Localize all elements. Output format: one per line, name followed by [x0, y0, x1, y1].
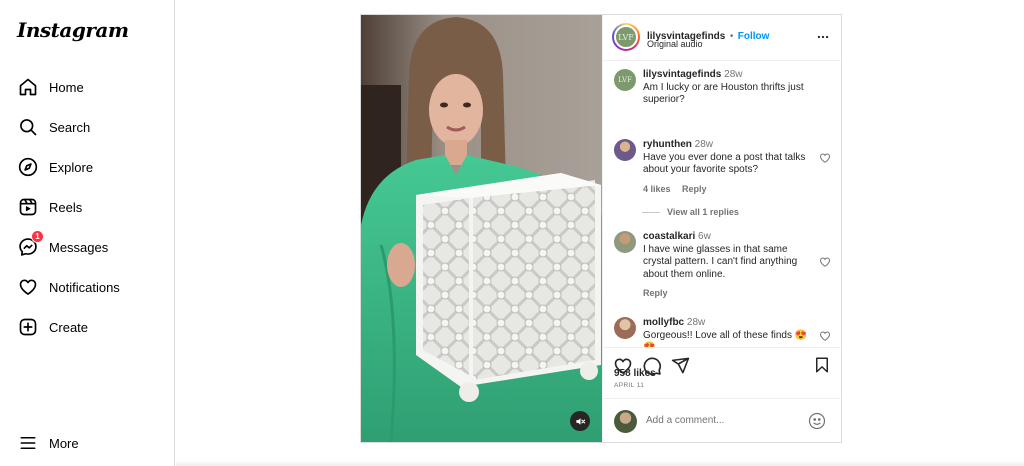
like-comment-heart-icon[interactable]: [819, 256, 831, 268]
nav-item-home[interactable]: Home: [12, 70, 162, 104]
comment-time: 28w: [686, 317, 706, 328]
nav-item-reels[interactable]: Reels: [12, 190, 162, 224]
comment-body: mollyfbc 28w Gorgeous!! Love all of thes…: [643, 317, 813, 347]
add-comment-section: [603, 398, 842, 442]
reels-icon: [15, 194, 41, 220]
post-header: LVF lilysvintagefinds • Follow Original …: [603, 15, 842, 61]
comments-list[interactable]: LVF lilysvintagefinds 28w Am I lucky or …: [603, 61, 842, 347]
comment-body: ryhunthen 28w Have you ever done a post …: [643, 139, 813, 195]
caption-body: lilysvintagefinds 28w Am I lucky or are …: [643, 69, 813, 107]
heart-icon: [15, 274, 41, 300]
nav-item-explore[interactable]: Explore: [12, 150, 162, 184]
plus-square-icon: [15, 314, 41, 340]
nav-label-reels: Reels: [49, 199, 83, 215]
save-bookmark-icon[interactable]: [813, 356, 831, 374]
comment-username[interactable]: mollyfbc: [643, 317, 684, 328]
follow-button[interactable]: Follow: [738, 31, 770, 42]
reply-button[interactable]: Reply: [682, 184, 707, 194]
comment-avatar[interactable]: [614, 139, 636, 161]
comment-text: Have you ever done a post that talks abo…: [643, 151, 806, 176]
speaker-muted-icon: [575, 417, 585, 425]
menu-icon: [15, 430, 41, 456]
like-comment-heart-icon[interactable]: [819, 152, 831, 164]
view-replies-label: View all 1 replies: [667, 207, 739, 217]
reply-button[interactable]: Reply: [643, 288, 668, 298]
post-details-panel: LVF lilysvintagefinds • Follow Original …: [602, 15, 842, 442]
nav-label-more: More: [49, 435, 79, 451]
nav-item-more[interactable]: More: [12, 426, 162, 460]
home-icon: [15, 74, 41, 100]
nav-item-create[interactable]: Create: [12, 310, 162, 344]
video-frame-image: [361, 15, 602, 442]
caption-time: 28w: [724, 69, 743, 80]
author-avatar-logo: LVF: [614, 25, 638, 49]
nav-label-messages: Messages: [49, 239, 109, 255]
comment-text: I have wine glasses in that same crystal…: [643, 243, 798, 280]
messenger-icon: 1: [15, 230, 44, 260]
comment-time: 6w: [698, 231, 711, 242]
current-user-avatar: [614, 410, 637, 433]
separator-dot: •: [729, 31, 734, 42]
comment-time: 28w: [694, 139, 714, 150]
like-comment-heart-icon[interactable]: [819, 330, 831, 342]
nav-label-search: Search: [49, 119, 91, 135]
compass-icon: [15, 154, 41, 180]
likes-count[interactable]: 958 likes: [614, 368, 656, 379]
comment-meta: 4 likes Reply: [643, 183, 813, 196]
comment-meta: Reply: [643, 287, 813, 300]
comment-body: coastalkari 6w I have wine glasses in th…: [643, 231, 813, 300]
sidebar-nav: Instagram Home Search Explore Reels 1 Me…: [0, 0, 175, 466]
nav-item-search[interactable]: Search: [12, 110, 162, 144]
page-bottom-shadow: [176, 460, 1024, 466]
comment-username[interactable]: ryhunthen: [643, 139, 692, 150]
emoji-icon[interactable]: [808, 412, 826, 430]
caption-username[interactable]: lilysvintagefinds: [643, 69, 721, 80]
view-replies-line: [642, 211, 660, 213]
caption-avatar[interactable]: LVF: [614, 69, 636, 91]
comment-likes[interactable]: 4 likes: [643, 184, 671, 194]
nav-label-home: Home: [49, 79, 84, 95]
post-date[interactable]: APRIL 11: [614, 382, 644, 389]
share-paper-plane-icon[interactable]: [671, 356, 690, 375]
nav-label-explore: Explore: [49, 159, 94, 175]
mute-button[interactable]: [570, 411, 590, 431]
comment-username[interactable]: coastalkari: [643, 231, 695, 242]
nav-label-notifications: Notifications: [49, 279, 120, 295]
reel-video[interactable]: [361, 15, 602, 442]
messages-badge: 1: [31, 230, 44, 243]
audio-label[interactable]: Original audio: [647, 39, 703, 49]
caption-text: Am I lucky or are Houston thrifts just s…: [643, 81, 804, 106]
view-replies-button[interactable]: View all 1 replies: [642, 207, 739, 217]
post-card: LVF lilysvintagefinds • Follow Original …: [360, 14, 842, 443]
comment-avatar[interactable]: [614, 231, 636, 253]
search-icon: [15, 114, 41, 140]
comment-input[interactable]: [646, 415, 796, 426]
author-avatar[interactable]: LVF: [612, 23, 640, 51]
comment-text: Gorgeous!! Love all of these finds 😍😍: [643, 329, 808, 348]
more-options-icon[interactable]: [816, 30, 830, 44]
nav-label-create: Create: [49, 319, 89, 335]
comment-avatar[interactable]: [614, 317, 636, 339]
nav-item-messages[interactable]: 1 Messages: [12, 230, 162, 264]
instagram-logo[interactable]: Instagram: [17, 18, 129, 42]
nav-item-notifications[interactable]: Notifications: [12, 270, 162, 304]
